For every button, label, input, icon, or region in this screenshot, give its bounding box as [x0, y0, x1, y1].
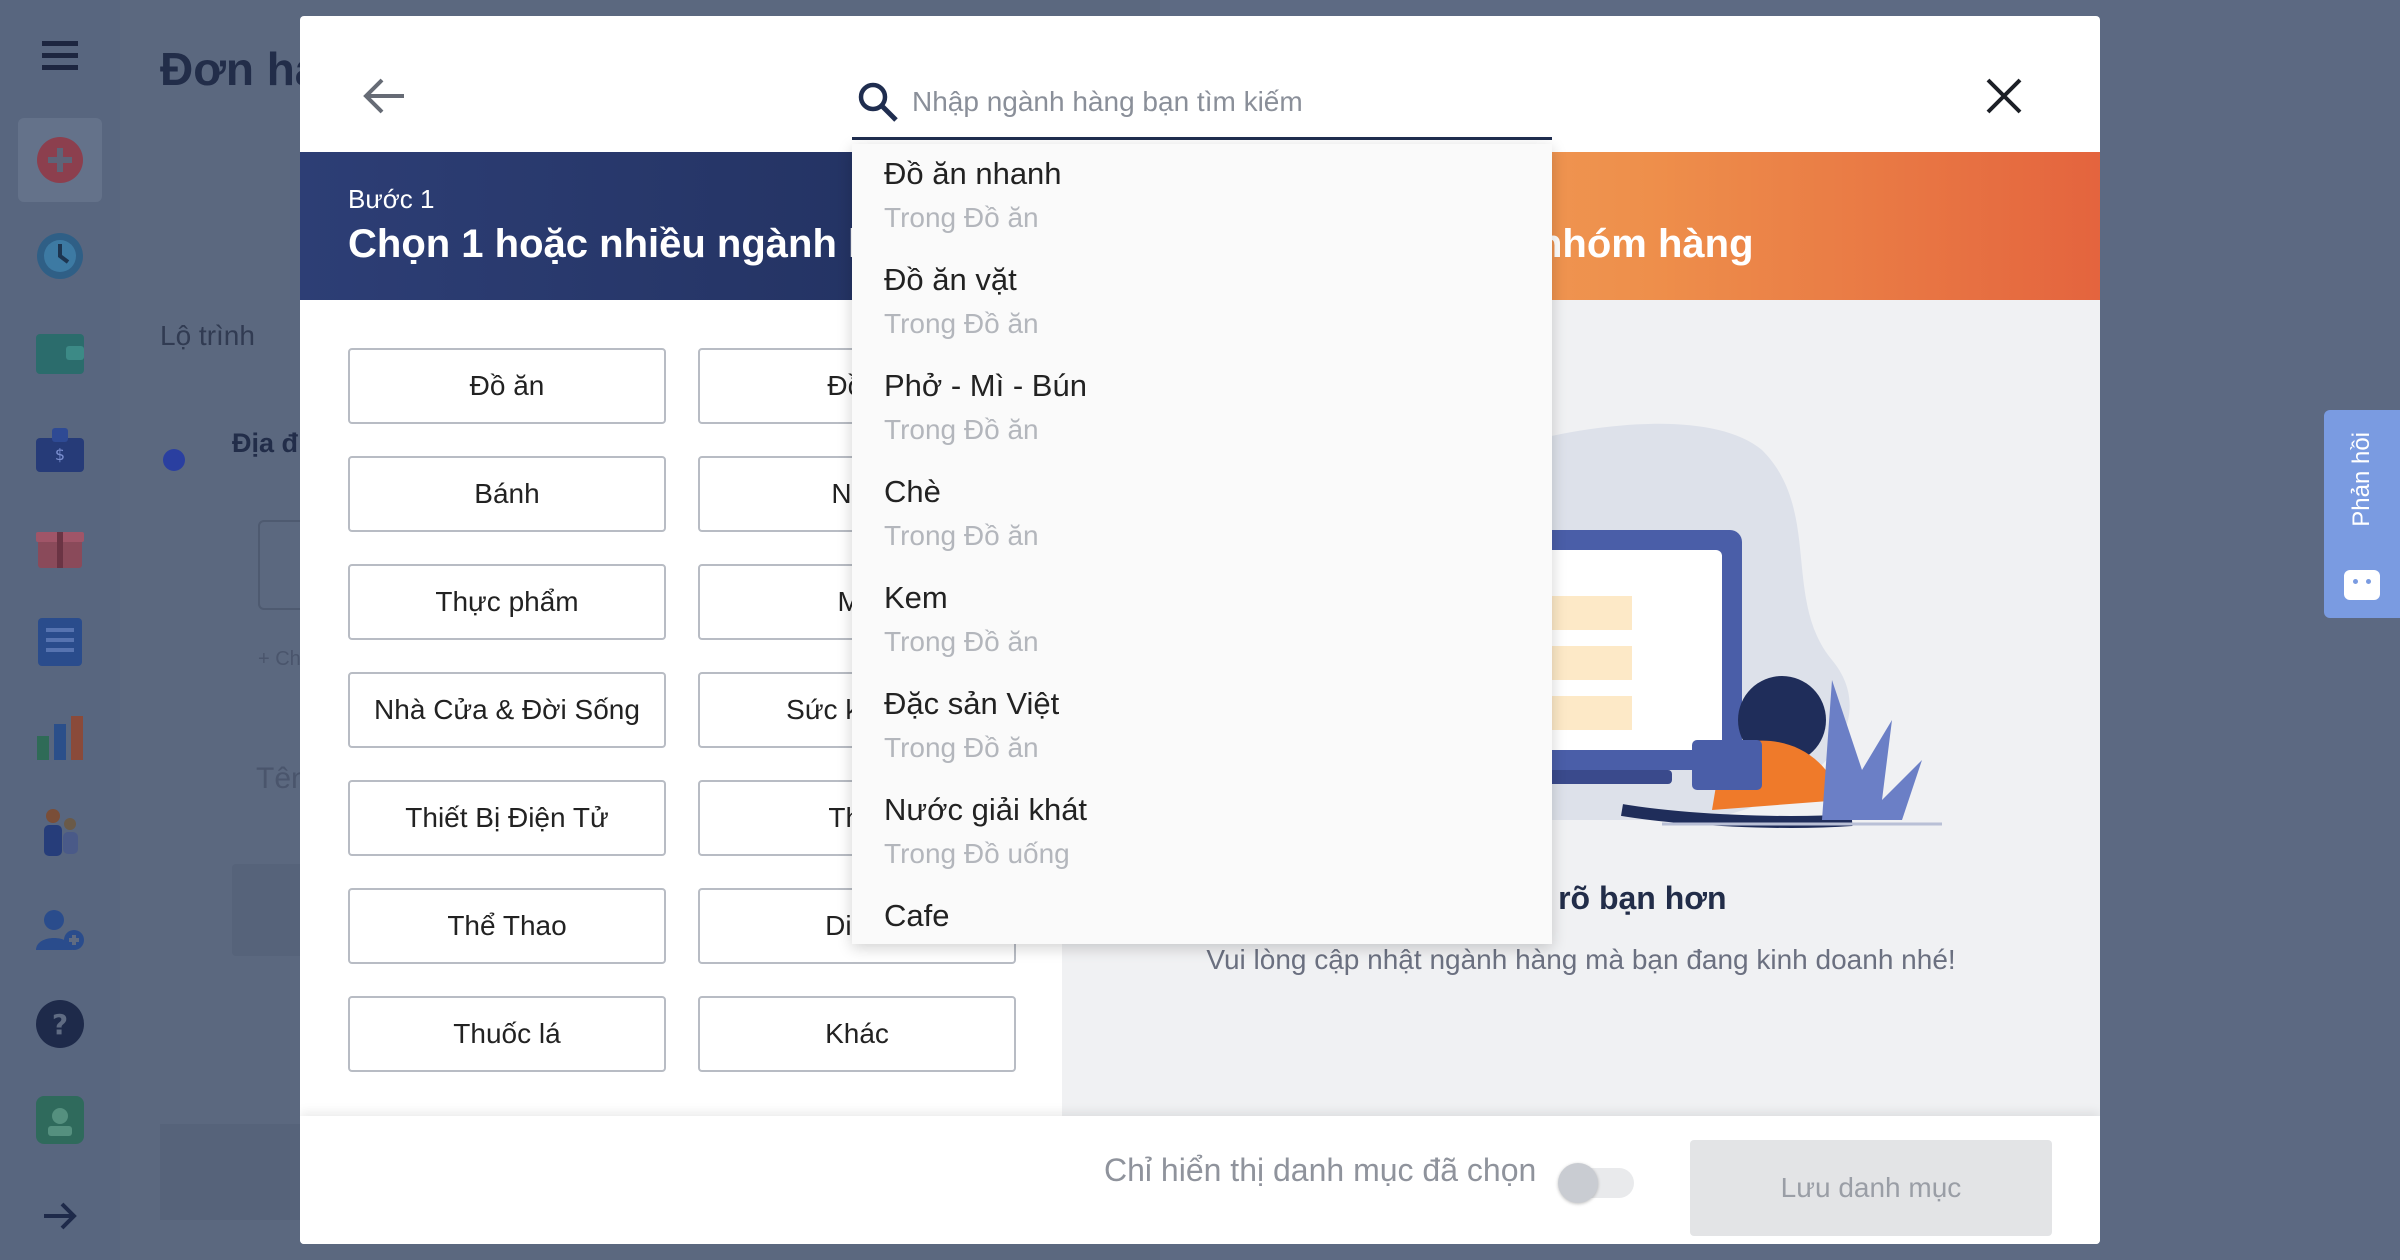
step-title: Chọn 1 hoặc nhiều ngành hà [348, 222, 895, 266]
search-suggestions-dropdown: Đồ ăn nhanh Trong Đồ ăn Đồ ăn vặt Trong … [852, 144, 1552, 944]
suggestion-name: Chè [884, 474, 941, 509]
save-button[interactable]: Lưu danh mục [1690, 1140, 2052, 1236]
suggestion-item[interactable]: Chè Trong Đồ ăn [852, 462, 1552, 568]
wallet-icon[interactable] [34, 326, 86, 378]
category-button[interactable]: Thực phẩm [348, 564, 666, 640]
back-button[interactable] [352, 64, 416, 128]
suggestion-parent: Trong Đồ ăn [884, 732, 1039, 763]
smile-chat-icon [2344, 570, 2380, 600]
bar-chart-icon[interactable] [34, 712, 86, 764]
search-icon [858, 82, 898, 122]
modal-footer: Chỉ hiển thị danh mục đã chọn Lưu danh m… [300, 1116, 2100, 1244]
arrow-right-icon[interactable] [34, 1190, 86, 1242]
toggle-knob [1558, 1163, 1598, 1203]
suggestion-name: Phở - Mì - Bún [884, 368, 1087, 403]
category-button[interactable]: Nhà Cửa & Đời Sống [348, 672, 666, 748]
category-button[interactable]: Khác [698, 996, 1016, 1072]
app-sidebar: $ ? [0, 0, 120, 1260]
feedback-label: Phản hồi [2348, 432, 2375, 527]
briefcase-money-icon[interactable]: $ [34, 424, 86, 476]
suggestion-item[interactable]: Kem Trong Đồ ăn [852, 568, 1552, 674]
gift-icon[interactable] [34, 520, 86, 572]
suggestion-parent: Trong Đồ ăn [884, 626, 1039, 657]
category-button[interactable]: Thuốc lá [348, 996, 666, 1072]
suggestion-name: Đặc sản Việt [884, 686, 1060, 721]
help-icon[interactable]: ? [34, 998, 86, 1050]
route-label: Lộ trình [160, 320, 255, 351]
suggestion-item[interactable]: Đặc sản Việt Trong Đồ ăn [852, 674, 1552, 780]
suggestion-name: Đồ ăn nhanh [884, 156, 1062, 191]
suggestion-name: Nước giải khát [884, 792, 1088, 827]
toggle-label: Chỉ hiển thị danh mục đã chọn [1104, 1152, 1537, 1188]
add-link: + Ch [258, 648, 301, 670]
address-dot [163, 449, 185, 471]
svg-text:$: $ [55, 445, 65, 464]
category-button[interactable]: Bánh [348, 456, 666, 532]
page-title: Đơn hà [160, 43, 321, 95]
add-user-icon[interactable] [34, 904, 86, 956]
category-button[interactable]: Thể Thao [348, 888, 666, 964]
suggestion-parent: Trong Đồ ăn [884, 308, 1039, 339]
close-button[interactable] [1972, 64, 2036, 128]
background-bottom-block [160, 1124, 300, 1220]
suggestion-name: Cafe [884, 898, 950, 933]
suggestion-item[interactable]: Nước giải khát Trong Đồ uống [852, 780, 1552, 886]
suggestion-name: Đồ ăn vặt [884, 262, 1017, 297]
suggestion-item[interactable]: Phở - Mì - Bún Trong Đồ ăn [852, 356, 1552, 462]
suggestion-item[interactable]: Cafe [852, 886, 1552, 944]
category-button[interactable]: Thiết Bị Điện Tử [348, 780, 666, 856]
search-bar [852, 66, 1552, 140]
address-label: Địa đ [232, 428, 299, 458]
suggestion-item[interactable]: Đồ ăn nhanh Trong Đồ ăn [852, 144, 1552, 250]
feedback-tab[interactable]: Phản hồi [2324, 410, 2400, 618]
background-right-area [2100, 0, 2400, 1260]
suggestion-item[interactable]: Đồ ăn vặt Trong Đồ ăn [852, 250, 1552, 356]
close-icon [1986, 78, 2022, 114]
svg-text:?: ? [52, 1008, 68, 1041]
step-label: Bước 1 [348, 184, 435, 214]
list-document-icon[interactable] [34, 616, 86, 668]
suggestion-parent: Trong Đồ ăn [884, 202, 1039, 233]
info-description: Vui lòng cập nhật ngành hàng mà bạn đang… [1206, 944, 1956, 975]
badge-icon[interactable] [34, 1094, 86, 1146]
back-arrow-icon [363, 78, 404, 114]
suggestion-name: Kem [884, 580, 948, 615]
menu-icon[interactable] [34, 30, 86, 82]
suggestion-parent: Trong Đồ ăn [884, 520, 1039, 551]
add-circle-icon[interactable] [34, 134, 86, 186]
show-selected-toggle[interactable] [1558, 1163, 1634, 1203]
search-input[interactable] [912, 85, 1532, 118]
suggestion-parent: Trong Đồ uống [884, 838, 1070, 869]
clock-icon[interactable] [34, 230, 86, 282]
step2-title: nhóm hàng [1538, 222, 1754, 266]
suggestion-parent: Trong Đồ ăn [884, 414, 1039, 445]
people-icon[interactable] [34, 806, 86, 858]
category-button[interactable]: Đồ ăn [348, 348, 666, 424]
